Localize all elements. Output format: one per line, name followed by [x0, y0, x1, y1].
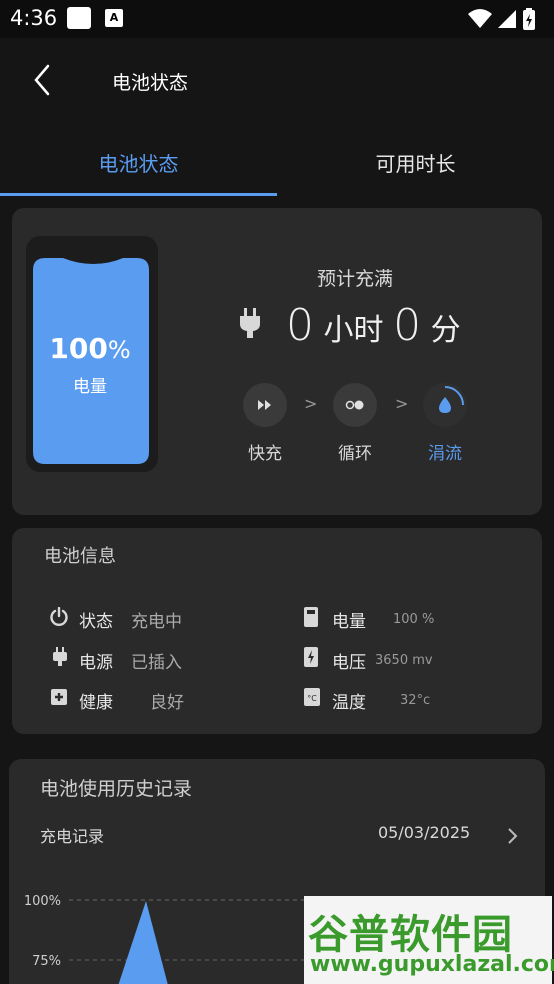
y-tick-100: 100%	[24, 894, 61, 909]
signal-icon	[498, 10, 516, 28]
droplet-icon	[439, 386, 464, 413]
history-date[interactable]: 05/03/2025	[378, 823, 470, 842]
y-tick-75: 75%	[32, 954, 61, 969]
wifi-icon	[468, 9, 492, 28]
power-source-value: 已插入	[131, 653, 182, 673]
level-label: 电量	[332, 612, 366, 632]
health-icon	[51, 689, 67, 705]
estimate-time: 0 小时 0 分	[286, 300, 461, 351]
history-area	[118, 901, 168, 984]
voltage-label: 电压	[332, 653, 366, 673]
notification-icon	[67, 7, 91, 29]
voltage-value: 3650 mv	[375, 653, 433, 668]
app-header: 电池状态	[0, 38, 554, 122]
tab-battery-status[interactable]: 电池状态	[0, 148, 277, 177]
battery-level-icon	[304, 607, 318, 627]
stage-separator: >	[304, 394, 318, 413]
fast-forward-icon	[258, 400, 271, 410]
status-bar: 4:36 A	[0, 0, 554, 38]
stage-label-fast: 快充	[248, 444, 282, 464]
battery-level-unit: %	[107, 336, 131, 364]
history-title: 电池使用历史记录	[40, 778, 193, 800]
estimate-minutes-unit: 分	[430, 313, 461, 348]
watermark: 谷普软件园 www.gupuxlazal.com	[304, 896, 554, 984]
back-arrow-icon[interactable]	[28, 62, 58, 98]
stage-cycle	[333, 383, 377, 427]
estimate-hours: 0	[286, 300, 314, 351]
svg-text:°C: °C	[307, 694, 317, 703]
power-source-icon	[53, 647, 67, 666]
health-value: 良好	[150, 693, 184, 713]
voltage-icon	[304, 647, 318, 667]
battery-info-card: 电池信息 状态 充电中 电源 已插入 健康 良好 电量 100 % 电压 365…	[12, 528, 542, 734]
battery-status-icon	[523, 8, 535, 30]
battery-level-label: 电量	[73, 377, 107, 397]
estimate-label: 预计充满	[316, 268, 393, 290]
stage-separator: >	[395, 394, 409, 413]
status-value: 充电中	[131, 612, 182, 632]
power-icon	[50, 607, 68, 626]
status-label: 状态	[79, 612, 113, 632]
keyboard-notification-icon: A	[105, 9, 123, 27]
stage-fast-charge	[243, 383, 287, 427]
tab-active-indicator	[0, 193, 277, 196]
page-title: 电池状态	[112, 72, 189, 94]
chevron-right-icon[interactable]	[507, 827, 519, 845]
temperature-value: 32°c	[400, 693, 431, 708]
estimate-minutes: 0	[393, 300, 422, 351]
temperature-icon: °C	[304, 688, 320, 706]
status-icons	[468, 8, 535, 30]
battery-info-title: 电池信息	[44, 546, 116, 567]
stage-label-trickle: 涓流	[428, 444, 462, 464]
battery-status-card: 100% 电量 预计充满 0 小时 0 分 > > 快充 循环 涓流	[12, 208, 542, 515]
stage-label-cycle: 循环	[338, 444, 372, 464]
temperature-label: 温度	[332, 693, 366, 713]
battery-level-value: 100	[49, 332, 108, 365]
watermark-url: www.gupuxlazal.com	[310, 952, 554, 977]
status-time: 4:36	[10, 6, 58, 30]
tab-available-duration[interactable]: 可用时长	[277, 148, 554, 177]
charge-record-label: 充电记录	[40, 827, 105, 846]
tab-bar: 电池状态 可用时长	[0, 122, 554, 198]
stage-trickle	[423, 383, 467, 427]
plug-icon	[240, 308, 260, 338]
estimate-hours-unit: 小时	[323, 313, 384, 348]
battery-percentage: 100%	[33, 332, 147, 365]
power-source-label: 电源	[79, 653, 113, 673]
cycle-dots-icon	[345, 400, 364, 410]
level-value: 100 %	[393, 612, 435, 627]
health-label: 健康	[79, 693, 113, 713]
